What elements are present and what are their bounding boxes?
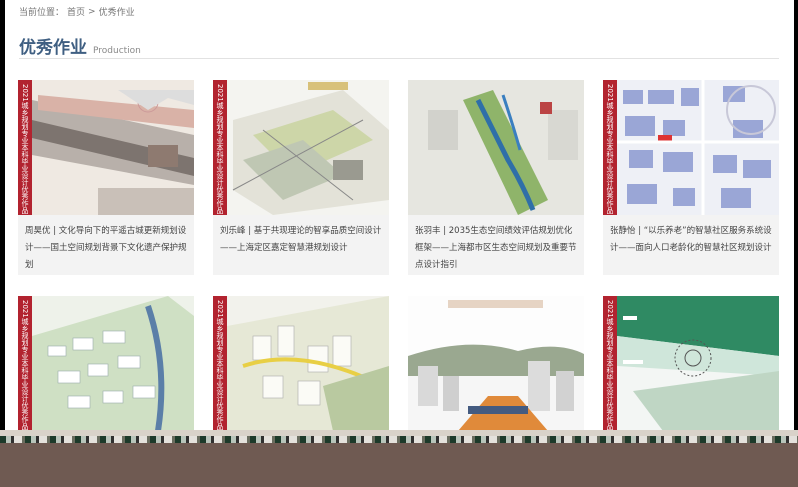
breadcrumb: 当前位置： 首页 > 优秀作业 <box>19 5 135 19</box>
work-ribbon-5: 2021城乡规划专业本科毕业设计优秀作品 <box>18 296 32 431</box>
work-ribbon-8: 2021城乡规划专业本科毕业设计优秀作品 <box>603 296 617 431</box>
page-subtitle: Production <box>93 46 141 56</box>
work-thumbnail-2[interactable]: 2021城乡规划专业本科毕业设计优秀作品 <box>213 80 389 215</box>
breadcrumb-home-link[interactable]: 首页 <box>67 5 85 18</box>
breadcrumb-current: 优秀作业 <box>98 8 135 18</box>
work-card-4[interactable]: 2021城乡规划专业本科毕业设计优秀作品 张静怡 | “以乐养老”的智慧社区服务… <box>603 80 779 275</box>
breadcrumb-separator: > <box>88 6 96 17</box>
work-thumbnail-1[interactable]: 2021城乡规划专业本科毕业设计优秀作品 <box>18 80 194 215</box>
work-ribbon-1: 2021城乡规划专业本科毕业设计优秀作品 <box>18 80 32 215</box>
page-title-row: 优秀作业 Production <box>19 33 141 58</box>
work-thumbnail-3[interactable] <box>408 80 584 215</box>
work-caption-2[interactable]: 刘乐峰 | 基于共现理论的智享品质空间设计——上海定区嘉定智慧港规划设计 <box>220 223 383 257</box>
work-card-3[interactable]: 张羽丰 | 2035生态空间绩效评估规划优化框架——上海都市区生态空间规划及重要… <box>408 80 584 275</box>
right-frame-border <box>794 0 798 487</box>
work-caption-4[interactable]: 张静怡 | “以乐养老”的智慧社区服务系统设计——面向人口老龄化的智慧社区规划设… <box>610 223 773 257</box>
work-ribbon-4: 2021城乡规划专业本科毕业设计优秀作品 <box>603 80 617 215</box>
work-caption-3[interactable]: 张羽丰 | 2035生态空间绩效评估规划优化框架——上海都市区生态空间规划及重要… <box>415 223 578 274</box>
page-title: 优秀作业 <box>19 38 87 58</box>
work-ribbon-2: 2021城乡规划专业本科毕业设计优秀作品 <box>213 80 227 215</box>
left-frame-border <box>0 0 5 487</box>
work-thumbnail-5[interactable]: 2021城乡规划专业本科毕业设计优秀作品 <box>18 296 194 431</box>
work-ribbon-6: 2021城乡规划专业本科毕业设计优秀作品 <box>213 296 227 431</box>
breadcrumb-prefix: 当前位置： <box>19 8 65 18</box>
work-thumbnail-4[interactable]: 2021城乡规划专业本科毕业设计优秀作品 <box>603 80 779 215</box>
work-thumbnail-8[interactable]: 2021城乡规划专业本科毕业设计优秀作品 <box>603 296 779 431</box>
work-card-2[interactable]: 2021城乡规划专业本科毕业设计优秀作品 刘乐峰 | 基于共现理论的智享品质空间… <box>213 80 389 275</box>
work-thumbnail-7[interactable] <box>408 296 584 431</box>
work-card-1[interactable]: 2021城乡规划专业本科毕业设计优秀作品 周昊优 | 文化导向下的平遥古城更新规… <box>18 80 194 275</box>
work-thumbnail-6[interactable]: 2021城乡规划专业本科毕业设计优秀作品 <box>213 296 389 431</box>
corrupted-render-band <box>0 430 798 487</box>
title-divider <box>19 58 779 59</box>
work-caption-1[interactable]: 周昊优 | 文化导向下的平遥古城更新规划设计——国土空间规划背景下文化遗产保护规… <box>25 223 188 274</box>
